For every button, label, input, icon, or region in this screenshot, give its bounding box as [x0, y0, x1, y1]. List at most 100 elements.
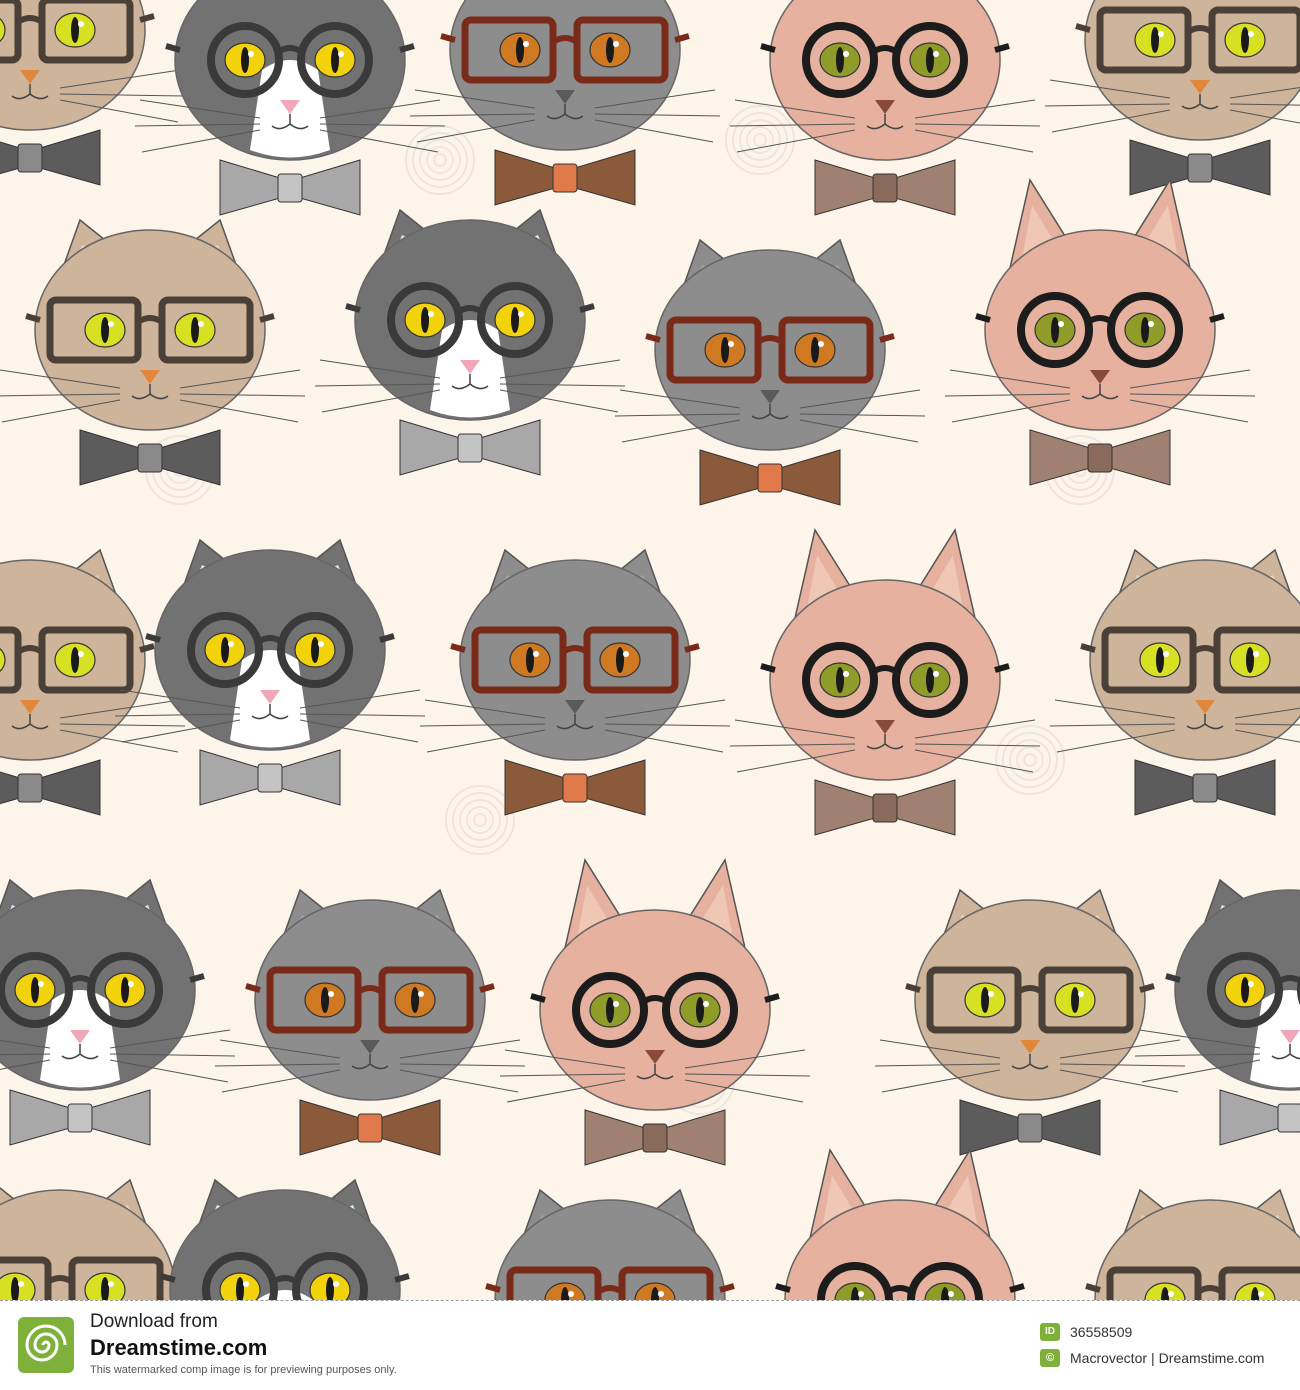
site-name[interactable]: Dreamstime.com [90, 1335, 397, 1361]
glasses-arm [879, 333, 895, 343]
eye-highlight [1248, 31, 1254, 37]
glasses-arm [994, 43, 1010, 53]
eye-highlight [78, 21, 84, 27]
pupil [516, 37, 524, 63]
glasses-arm [719, 1283, 735, 1293]
eye-highlight [568, 1291, 574, 1297]
author-site[interactable]: Dreamstime.com [1159, 1350, 1265, 1366]
cat-british [614, 238, 926, 506]
bow-tie-right [39, 129, 101, 186]
eye-highlight [703, 1001, 709, 1007]
cat-tabby [0, 218, 306, 486]
pupil [606, 37, 614, 63]
bow-tie-left [814, 779, 876, 836]
glasses-arm [450, 643, 466, 653]
cat-pattern-svg [0, 0, 1300, 1300]
bow-tie-knot [642, 1123, 668, 1153]
eye-highlight [108, 1281, 114, 1287]
bow-tie-left [814, 159, 876, 216]
cat-sphynx [499, 858, 811, 1166]
pupil [71, 17, 79, 43]
bow-tie-left [1134, 759, 1196, 816]
eye-highlight [518, 311, 524, 317]
cat-head [914, 899, 1146, 1101]
glasses-arm [674, 33, 690, 43]
pupil [696, 997, 704, 1023]
pupil [926, 667, 934, 693]
bow-tie-right [894, 159, 956, 216]
cat-sphynx [944, 178, 1256, 486]
pupil [721, 337, 729, 363]
eye-highlight [613, 41, 619, 47]
glasses-arm [760, 43, 776, 53]
bow-tie-knot [562, 773, 588, 803]
eye-highlight [1158, 31, 1164, 37]
cat-tuxedo [1134, 878, 1300, 1146]
cat-tabby [874, 888, 1186, 1156]
bow-tie-right [664, 1109, 726, 1166]
watermark-footer: Download from Dreamstime.com This waterm… [0, 1300, 1300, 1390]
copyright-icon: © [1040, 1349, 1060, 1367]
glasses-arm [345, 303, 361, 313]
pupil [1051, 317, 1059, 343]
bow-tie-left [959, 1099, 1021, 1156]
bow-tie-right [779, 449, 841, 506]
cat-tabby [1044, 0, 1300, 196]
bow-tie-left [199, 749, 261, 806]
bow-tie-knot [67, 1103, 93, 1133]
glasses-arm [1075, 23, 1091, 33]
glasses-arm [479, 983, 495, 993]
bow-tie-knot [457, 433, 483, 463]
bow-tie-right [584, 759, 646, 816]
cat-tabby [0, 0, 186, 186]
cat-british [485, 1188, 735, 1300]
eye-highlight [78, 651, 84, 657]
bow-tie-right [1109, 429, 1171, 486]
bow-tie-left [494, 149, 556, 206]
glasses-arm [1085, 1283, 1101, 1293]
glasses-arm [530, 993, 546, 1003]
glasses-arm [189, 973, 205, 983]
glasses-arm [1165, 973, 1181, 983]
cat-head [769, 0, 1001, 161]
bow-tie-left [504, 759, 566, 816]
glasses-arm [975, 313, 991, 323]
image-id-row: ID 36558509 [1040, 1319, 1264, 1345]
pupil [926, 47, 934, 73]
eye-highlight [1253, 651, 1259, 657]
eye-highlight [523, 41, 529, 47]
glasses-arm [1209, 313, 1225, 323]
eye-highlight [843, 51, 849, 57]
pupil [121, 977, 129, 1003]
bow-tie-left [219, 159, 281, 216]
bow-tie-knot [357, 1113, 383, 1143]
preview-disclaimer: This watermarked comp image is for previ… [90, 1364, 397, 1376]
glasses-arm [139, 13, 155, 23]
eye-highlight [38, 981, 44, 987]
pupil [1141, 317, 1149, 343]
pupil [71, 647, 79, 673]
glasses-arm [145, 633, 161, 643]
bow-tie-knot [552, 163, 578, 193]
bow-tie-left [9, 1089, 71, 1146]
pupil [1156, 647, 1164, 673]
glasses-arm [440, 33, 456, 43]
bow-tie-left [299, 1099, 361, 1156]
author-row: © Macrovector | Dreamstime.com [1040, 1345, 1264, 1371]
bow-tie-knot [257, 763, 283, 793]
bow-tie-left [0, 141, 21, 175]
cat-head [254, 899, 486, 1101]
author-name[interactable]: Macrovector [1070, 1350, 1147, 1366]
bow-tie-right [1209, 139, 1271, 196]
eye-highlight [428, 311, 434, 317]
bow-tie-right [1039, 1099, 1101, 1156]
glasses-arm [1009, 1283, 1025, 1293]
glasses-arm [259, 313, 275, 323]
cat-tabby [1085, 1188, 1300, 1300]
eye-highlight [1168, 1291, 1174, 1297]
bow-tie-right [299, 159, 361, 216]
eye-highlight [128, 981, 134, 987]
eye-highlight [328, 991, 334, 997]
watermark-swirl [405, 125, 475, 195]
eye-highlight [988, 991, 994, 997]
